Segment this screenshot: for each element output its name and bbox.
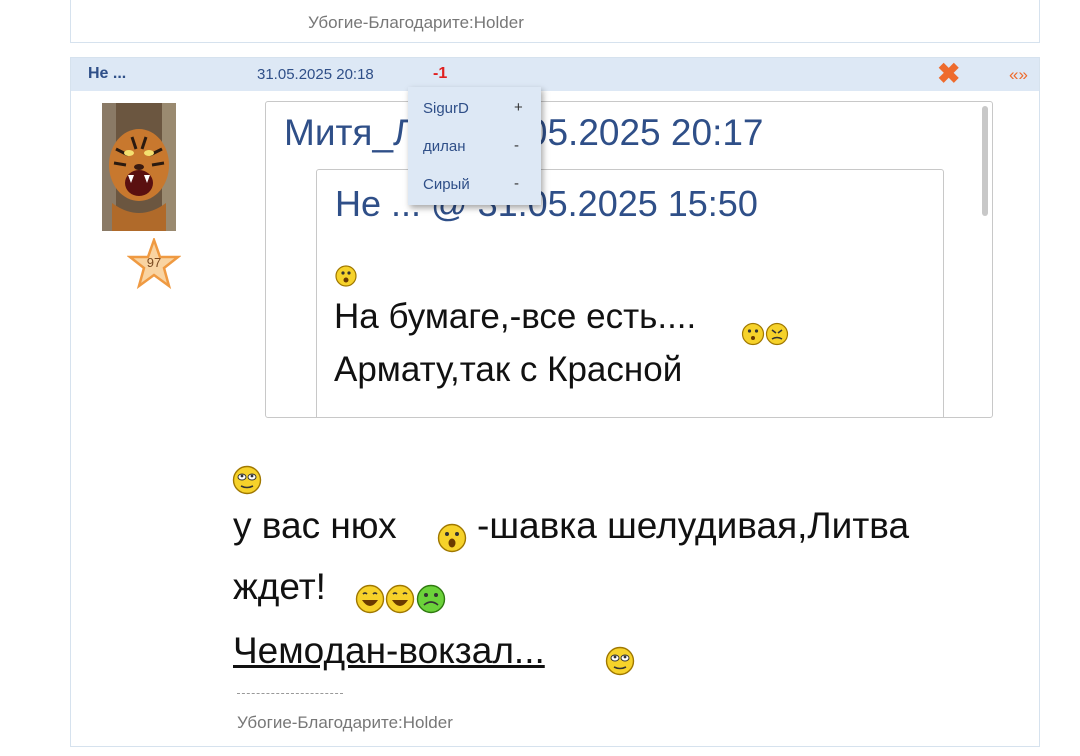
- post-body-line: -шавка шелудивая,Литва: [477, 505, 910, 546]
- voter-vote: -: [514, 137, 519, 154]
- quote-block: Митя_Л @ 31.05.2025 20:17 Не ... @ 31.05…: [265, 101, 993, 418]
- post-body-line: у вас нюх: [233, 505, 397, 546]
- post-header: Не ... 31.05.2025 20:18 -1 ✖ «»: [71, 58, 1039, 91]
- reputation-count: 97: [146, 255, 162, 270]
- post-author[interactable]: Не ...: [88, 65, 126, 83]
- voter-row[interactable]: SigurD +: [408, 89, 541, 125]
- voter-name[interactable]: SigurD: [423, 100, 469, 117]
- post-date: 31.05.2025 20:18: [257, 66, 374, 83]
- rolling-eyes-smiley-icon: [232, 465, 262, 495]
- previous-post: Убогие-Благодарите:Holder: [70, 0, 1040, 43]
- rating-voters-popup: SigurD + дилан - Сирый -: [408, 87, 541, 205]
- voter-row[interactable]: дилан -: [408, 127, 541, 163]
- reputation-star[interactable]: 97: [127, 238, 181, 290]
- quote-button[interactable]: «»: [1009, 65, 1028, 85]
- nested-quote-line: Армату,так с Красной: [334, 350, 683, 389]
- close-x-icon[interactable]: ✖: [937, 59, 960, 89]
- previous-post-signature: Убогие-Благодарите:Holder: [308, 13, 524, 32]
- post-signature: Убогие-Благодарите:Holder: [237, 713, 453, 732]
- nested-quote-title: Не ... @ 31.05.2025 15:50: [335, 183, 758, 224]
- quote-scrollbar[interactable]: [982, 106, 988, 216]
- voter-row[interactable]: Сирый -: [408, 165, 541, 201]
- confused-smiley-icon: [741, 322, 789, 346]
- voter-vote: -: [514, 175, 519, 192]
- post-body-line: ждет!: [233, 566, 326, 607]
- nested-quote-block: Не ... @ 31.05.2025 15:50 На бумаге,-все…: [316, 169, 944, 417]
- signature-separator: [237, 693, 343, 694]
- nested-quote-line: На бумаге,-все есть....: [334, 297, 697, 336]
- post-rating[interactable]: -1: [433, 65, 447, 83]
- voter-vote: +: [514, 99, 523, 116]
- thinking-smiley-icon: [335, 265, 357, 287]
- forum-post: Не ... 31.05.2025 20:18 -1 ✖ «» 97 Митя_…: [70, 57, 1040, 747]
- avatar[interactable]: [102, 103, 176, 231]
- laughing-smileys-icon: [355, 584, 446, 614]
- shocked-smiley-icon: [437, 523, 467, 553]
- voter-name[interactable]: дилан: [423, 138, 466, 155]
- rolling-eyes-smiley-icon: [605, 646, 635, 676]
- post-body-link[interactable]: Чемодан-вокзал...: [233, 630, 545, 672]
- voter-name[interactable]: Сирый: [423, 176, 470, 193]
